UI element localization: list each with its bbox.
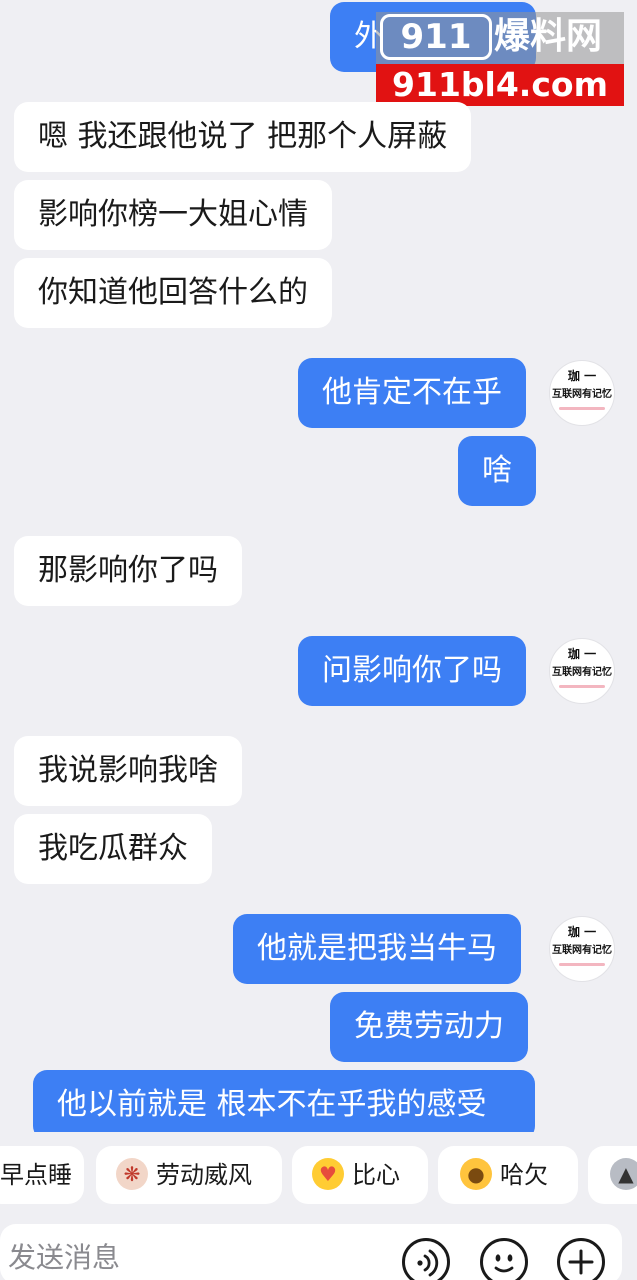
voice-icon[interactable] [402, 1238, 450, 1280]
quick-reply-chip[interactable]: ● 哈欠 [438, 1146, 578, 1204]
quick-reply-label: 哈欠 [500, 1161, 548, 1189]
avatar-name: 珈 一 [567, 647, 597, 661]
watermark-url: 911bl4.com [376, 64, 624, 106]
quick-reply-label: 劳动威风 [156, 1161, 252, 1189]
message-text: 嗯 我还跟他说了 把那个人屏蔽 [38, 119, 448, 154]
message-text: 你知道他回答什么的 [38, 275, 308, 310]
message-text: 我吃瓜群众 [38, 831, 188, 866]
heart-hands-emoji-icon: ♥ [312, 1158, 344, 1190]
message-text: 他肯定不在乎 [322, 375, 502, 410]
avatar-name: 珈 一 [567, 925, 597, 939]
avatar-tagline: 互联网有记忆 [552, 945, 612, 956]
message-text: 问影响你了吗 [322, 653, 502, 688]
quick-reply-label: 早点睡 [0, 1161, 72, 1189]
message-text: 免费劳动力 [354, 1009, 504, 1044]
watermark-logo-number: 911 [380, 14, 492, 60]
message-text: 影响你榜一大姐心情 [38, 197, 308, 232]
message-bubble-sent: 免费劳动力 [330, 992, 528, 1062]
yawn-emoji-icon: ● [460, 1158, 492, 1190]
message-bubble-received: 影响你榜一大姐心情 [14, 180, 332, 250]
quick-reply-chip[interactable]: ▲ [588, 1146, 637, 1204]
emoji-icon[interactable] [480, 1238, 528, 1280]
message-bubble-received: 嗯 我还跟他说了 把那个人屏蔽 [14, 102, 472, 172]
message-text: 啥 [482, 453, 512, 488]
crab-emoji-icon: ❋ [116, 1158, 148, 1190]
quick-reply-chip[interactable]: ♥ 比心 [292, 1146, 428, 1204]
message-bubble-received: 我吃瓜群众 [14, 814, 212, 884]
message-bubble-sent: 他以前就是 根本不在乎我的感受 [33, 1070, 535, 1132]
plus-icon[interactable] [557, 1238, 605, 1280]
quick-reply-chip[interactable]: 早点睡 [0, 1146, 84, 1204]
avatar-stripe [559, 685, 605, 688]
avatar-tagline: 互联网有记忆 [552, 667, 612, 678]
avatar-stripe [559, 963, 605, 966]
watermark-logo-text: 爆料网 [494, 16, 603, 57]
avatar-stripe [559, 407, 605, 410]
avatar[interactable]: 珈 一 互联网有记忆 [549, 916, 615, 982]
avatar-tagline: 互联网有记忆 [552, 389, 612, 400]
quick-reply-label: 比心 [352, 1161, 400, 1189]
message-text: 他就是把我当牛马 [257, 931, 497, 966]
cat-emoji-icon: ▲ [610, 1158, 637, 1190]
avatar[interactable]: 珈 一 互联网有记忆 [549, 360, 615, 426]
message-bubble-received: 我说影响我啥 [14, 736, 242, 806]
avatar-name: 珈 一 [567, 369, 597, 383]
message-input-bar: 发送消息 [0, 1224, 622, 1280]
message-text: 我说影响我啥 [38, 753, 218, 788]
message-text: 那影响你了吗 [38, 553, 218, 588]
message-input[interactable]: 发送消息 [8, 1236, 120, 1280]
quick-reply-bar: 早点睡 ❋ 劳动威风 ♥ 比心 ● 哈欠 ▲ [0, 1146, 637, 1210]
avatar[interactable]: 珈 一 互联网有记忆 [549, 638, 615, 704]
chat-area: 外 911 爆料网 911bl4.com 嗯 我还跟他说了 把那个人屏蔽 影响你… [0, 0, 637, 1132]
message-bubble-received: 你知道他回答什么的 [14, 258, 332, 328]
message-bubble-received: 那影响你了吗 [14, 536, 242, 606]
message-bubble-sent: 他肯定不在乎 [298, 358, 526, 428]
quick-reply-chip[interactable]: ❋ 劳动威风 [96, 1146, 282, 1204]
message-text: 他以前就是 根本不在乎我的感受 [57, 1087, 487, 1122]
message-bubble-sent: 他就是把我当牛马 [233, 914, 521, 984]
message-bubble-sent: 啥 [458, 436, 536, 506]
message-bubble-sent: 问影响你了吗 [298, 636, 526, 706]
